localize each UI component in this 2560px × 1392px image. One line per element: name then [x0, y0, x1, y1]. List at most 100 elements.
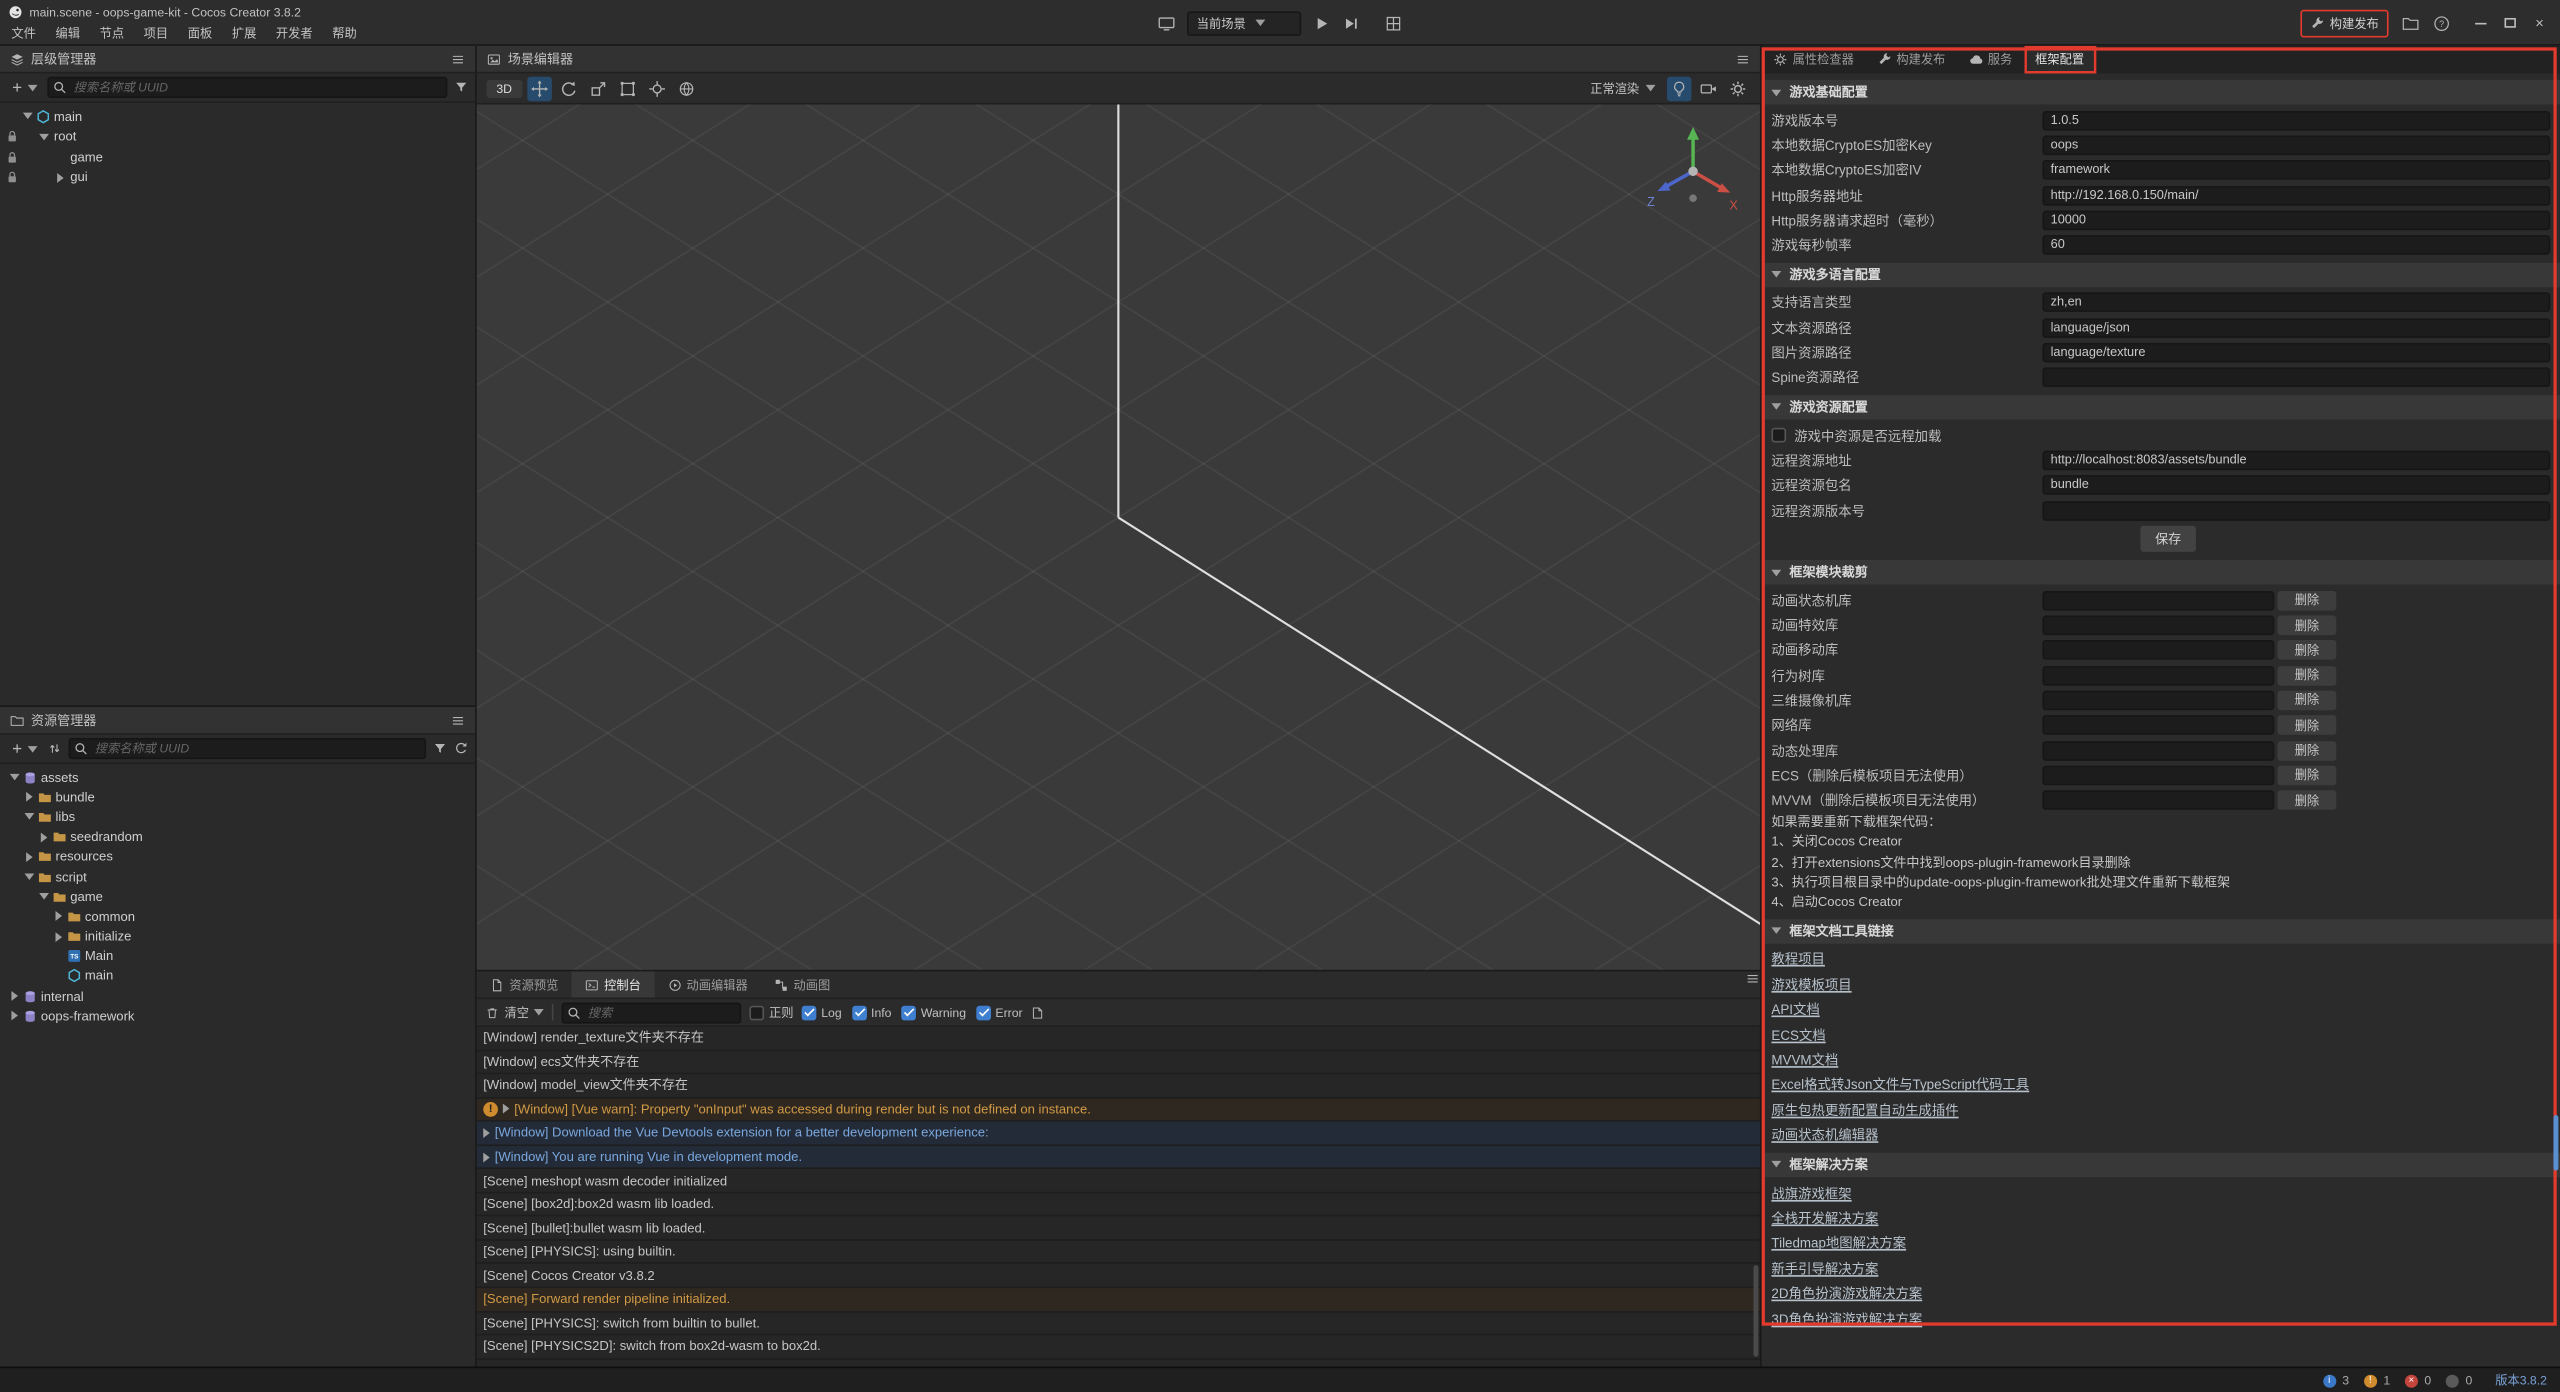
caret-slot[interactable]: [36, 133, 51, 140]
caret-expanded-icon[interactable]: [1771, 271, 1781, 278]
move-tool-button[interactable]: [527, 76, 551, 100]
filter-checkbox[interactable]: [976, 1005, 991, 1020]
console-log-row[interactable]: [Scene] Forward render pipeline initiali…: [477, 1288, 1760, 1312]
rect-tool-button[interactable]: [615, 76, 639, 100]
console-log-row[interactable]: [Scene] meshopt wasm decoder initialized: [477, 1169, 1760, 1193]
delete-button[interactable]: 删除: [2278, 766, 2337, 786]
asset-node[interactable]: Main: [0, 946, 475, 966]
preview-grid-icon[interactable]: [1384, 14, 1402, 32]
doc-link[interactable]: ECS文档: [1771, 1025, 1825, 1045]
render-mode-dropdown[interactable]: 正常渲染: [1584, 79, 1662, 97]
toggle-3d-button[interactable]: 3D: [487, 79, 522, 97]
open-folder-icon[interactable]: [2402, 14, 2420, 32]
delete-button[interactable]: 删除: [2278, 616, 2337, 636]
caret-expanded-icon[interactable]: [1771, 89, 1781, 96]
panel-menu-icon[interactable]: [451, 51, 466, 66]
property-input[interactable]: [2042, 368, 2550, 388]
menu-item-4[interactable]: 面板: [178, 24, 222, 42]
hierarchy-node[interactable]: game: [0, 147, 475, 167]
delete-button[interactable]: 删除: [2278, 741, 2337, 761]
error-count-icon[interactable]: ×: [2405, 1374, 2418, 1387]
save-button[interactable]: 保存: [2140, 526, 2196, 552]
add-asset-button[interactable]: [7, 741, 41, 756]
caret-expanded-icon[interactable]: [1771, 928, 1781, 935]
expand-caret-icon[interactable]: [483, 1152, 490, 1162]
caret-slot[interactable]: [36, 832, 51, 842]
doc-link[interactable]: MVVM文档: [1771, 1050, 1838, 1070]
help-icon[interactable]: [2433, 14, 2451, 32]
assets-search-input[interactable]: [69, 738, 427, 759]
hierarchy-node[interactable]: main: [0, 106, 475, 126]
caret-expanded-icon[interactable]: [22, 113, 32, 120]
module-input[interactable]: [2042, 616, 2274, 636]
module-input[interactable]: [2042, 691, 2274, 711]
caret-slot[interactable]: [51, 932, 66, 942]
property-input[interactable]: 10000: [2042, 210, 2550, 230]
refresh-icon[interactable]: [454, 741, 469, 756]
play-button[interactable]: [1313, 14, 1331, 32]
property-input[interactable]: framework: [2042, 160, 2550, 180]
scene-camera-button[interactable]: [1696, 76, 1720, 100]
property-input[interactable]: language/texture: [2042, 343, 2550, 363]
property-input[interactable]: oops: [2042, 135, 2550, 155]
hierarchy-node[interactable]: root: [0, 127, 475, 147]
caret-collapsed-icon[interactable]: [55, 912, 62, 922]
module-input[interactable]: [2042, 591, 2274, 611]
filter-checkbox[interactable]: [851, 1005, 866, 1020]
console-scrollbar[interactable]: [1753, 1265, 1758, 1356]
scene-dropdown[interactable]: 当前场景: [1187, 11, 1301, 35]
caret-slot[interactable]: [21, 852, 36, 862]
console-tab-3[interactable]: 动画图: [761, 971, 843, 997]
module-input[interactable]: [2042, 666, 2274, 686]
section-header[interactable]: 框架解决方案: [1762, 1152, 2560, 1176]
property-input[interactable]: language/json: [2042, 318, 2550, 338]
expand-caret-icon[interactable]: [483, 1128, 490, 1138]
asset-node[interactable]: script: [0, 867, 475, 887]
inspector-tab-0[interactable]: 属性检查器: [1762, 46, 1866, 74]
caret-slot[interactable]: [20, 113, 35, 120]
module-input[interactable]: [2042, 790, 2274, 810]
preview-target-icon[interactable]: [1158, 14, 1176, 32]
doc-link[interactable]: 动画状态机编辑器: [1771, 1125, 1878, 1145]
inspector-tab-1[interactable]: 构建发布: [1865, 46, 1956, 74]
console-log-row[interactable]: [Scene] [box2d]:box2d wasm lib loaded.: [477, 1193, 1760, 1217]
caret-collapsed-icon[interactable]: [25, 792, 32, 802]
export-log-icon[interactable]: [1031, 1005, 1046, 1020]
expand-caret-icon[interactable]: [503, 1104, 510, 1114]
log-filter-warning[interactable]: Warning: [901, 1005, 966, 1020]
close-button[interactable]: ×: [2527, 11, 2551, 35]
asset-node[interactable]: oops-framework: [0, 1006, 475, 1026]
doc-link[interactable]: 游戏模板项目: [1771, 974, 1851, 994]
delete-button[interactable]: 删除: [2278, 716, 2337, 736]
asset-node[interactable]: bundle: [0, 787, 475, 807]
task-count-icon[interactable]: [2446, 1374, 2459, 1387]
caret-slot[interactable]: [36, 893, 51, 900]
asset-node[interactable]: seedrandom: [0, 827, 475, 847]
menu-item-2[interactable]: 节点: [90, 24, 134, 42]
asset-node[interactable]: initialize: [0, 927, 475, 947]
panel-menu-icon[interactable]: [1736, 51, 1751, 66]
asset-node[interactable]: common: [0, 907, 475, 927]
console-log-row[interactable]: [Window] Download the Vue Devtools exten…: [477, 1122, 1760, 1146]
console-log-row[interactable]: [Scene] Cocos Creator v3.8.2: [477, 1264, 1760, 1288]
menu-item-1[interactable]: 编辑: [46, 24, 90, 42]
pivot-toggle-button[interactable]: [644, 76, 668, 100]
menu-item-5[interactable]: 扩展: [222, 24, 266, 42]
caret-collapsed-icon[interactable]: [11, 1011, 18, 1021]
inspector-tab-3[interactable]: 框架配置: [2024, 46, 2096, 74]
build-publish-button[interactable]: 构建发布: [2300, 9, 2388, 37]
section-header[interactable]: 框架文档工具链接: [1762, 919, 2560, 943]
caret-slot[interactable]: [7, 774, 22, 781]
delete-button[interactable]: 删除: [2278, 591, 2337, 611]
hierarchy-search-input[interactable]: [47, 77, 447, 98]
info-count-icon[interactable]: i: [2323, 1374, 2336, 1387]
property-input[interactable]: 60: [2042, 235, 2550, 255]
doc-link[interactable]: Tiledmap地图解决方案: [1771, 1233, 1906, 1253]
console-log-row[interactable]: ![Window] [Vue warn]: Property "onInput"…: [477, 1098, 1760, 1122]
scene-settings-button[interactable]: [1726, 76, 1750, 100]
caret-expanded-icon[interactable]: [38, 893, 48, 900]
log-filter-error[interactable]: Error: [976, 1005, 1023, 1020]
console-log-row[interactable]: [Window] You are running Vue in developm…: [477, 1146, 1760, 1170]
step-button[interactable]: [1342, 14, 1360, 32]
caret-collapsed-icon[interactable]: [25, 852, 32, 862]
